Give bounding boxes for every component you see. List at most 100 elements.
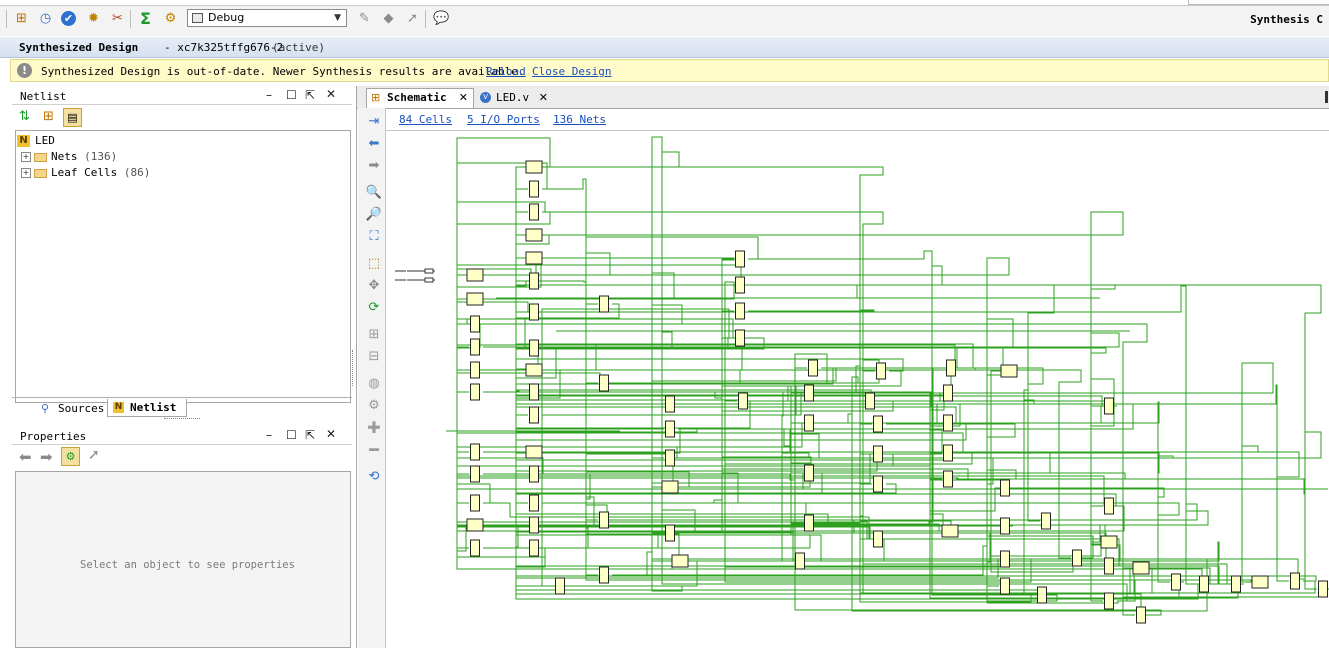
schematic-canvas[interactable] — [386, 130, 1329, 649]
leaf-cell[interactable] — [1231, 575, 1241, 593]
close-tab-icon[interactable]: ✕ — [459, 89, 468, 106]
leaf-cell[interactable] — [529, 406, 539, 424]
leaf-cell[interactable] — [865, 392, 875, 410]
tree-root[interactable]: N LED — [17, 134, 55, 148]
leaf-cell[interactable] — [665, 449, 675, 467]
close-design-link[interactable]: Close Design — [532, 65, 611, 78]
leaf-cell[interactable] — [665, 524, 675, 542]
leaf-cell[interactable] — [804, 384, 814, 402]
expand-icon[interactable]: + — [21, 152, 31, 162]
back-arrow-icon[interactable]: ⬅ — [19, 448, 32, 466]
leaf-cell[interactable] — [1132, 561, 1150, 575]
leaf-cell[interactable] — [665, 395, 675, 413]
leaf-cell[interactable] — [1000, 550, 1010, 568]
leaf-cell[interactable] — [1136, 606, 1146, 624]
leaf-cell[interactable] — [1037, 586, 1047, 604]
close-tab-icon[interactable]: ✕ — [539, 89, 548, 106]
splitter-grip[interactable] — [164, 418, 200, 421]
close-icon[interactable]: ✕ — [326, 87, 336, 101]
io-ports-count-link[interactable]: 5 I/O Ports — [467, 113, 540, 126]
tools-icon[interactable]: ✂ — [109, 10, 126, 27]
leaf-cell[interactable] — [1000, 517, 1010, 535]
leaf-cell[interactable] — [529, 494, 539, 512]
check-icon[interactable]: ✔ — [61, 11, 76, 26]
close-icon[interactable]: ✕ — [326, 427, 336, 441]
leaf-cell[interactable] — [470, 315, 480, 333]
leaf-cell[interactable] — [1104, 497, 1114, 515]
leaf-cell[interactable] — [808, 359, 818, 377]
leaf-cell[interactable] — [470, 539, 480, 557]
leaf-cell[interactable] — [735, 302, 745, 320]
leaf-cell[interactable] — [946, 359, 956, 377]
leaf-cell[interactable] — [599, 566, 609, 584]
leaf-cell[interactable] — [738, 392, 748, 410]
leaf-cell[interactable] — [1000, 577, 1010, 595]
refresh-icon[interactable]: ⟲ — [364, 467, 384, 485]
leaf-cell[interactable] — [943, 444, 953, 462]
leaf-cell[interactable] — [529, 339, 539, 357]
nets-count-link[interactable]: 136 Nets — [553, 113, 606, 126]
forward-arrow-icon[interactable]: ➡ — [364, 156, 384, 174]
leaf-cell[interactable] — [529, 272, 539, 290]
leaf-cell[interactable] — [599, 295, 609, 313]
leaf-cell[interactable] — [1318, 580, 1328, 598]
leaf-cell[interactable] — [1104, 557, 1114, 575]
schematic-view-icon[interactable]: ⊞ — [13, 10, 30, 27]
leaf-cell[interactable] — [599, 511, 609, 529]
float-icon[interactable]: ⇱ — [305, 88, 315, 102]
leaf-cell[interactable] — [470, 443, 480, 461]
collapse-all-icon[interactable]: ⇅ — [19, 109, 36, 126]
leaf-cell[interactable] — [529, 203, 539, 221]
remove-icon[interactable]: ━ — [364, 440, 384, 459]
zoom-selection-icon[interactable]: ◍ — [364, 374, 384, 392]
leaf-cell[interactable] — [1000, 364, 1018, 378]
leaf-cell[interactable] — [943, 470, 953, 488]
collapse-cell-icon[interactable]: ⊟ — [364, 347, 384, 365]
leaf-cell[interactable] — [665, 420, 675, 438]
leaf-cell[interactable] — [1199, 575, 1209, 593]
leaf-cell[interactable] — [661, 480, 679, 494]
configuration-select[interactable]: Debug ▼ — [187, 9, 347, 27]
select-cursor-icon[interactable]: ➚ — [88, 447, 100, 463]
leaf-cell[interactable] — [1251, 575, 1269, 589]
show-hierarchy-icon[interactable]: ▤ — [63, 108, 82, 127]
zoom-fit-icon[interactable]: ⛶ — [364, 227, 384, 245]
leaf-cell[interactable] — [529, 516, 539, 534]
forward-arrow-icon[interactable]: ➡ — [40, 448, 53, 466]
leaf-cell[interactable] — [470, 361, 480, 379]
zoom-out-icon[interactable]: 🔎 — [364, 205, 384, 223]
leaf-cell[interactable] — [525, 228, 543, 242]
input-buffer-cell[interactable] — [424, 277, 434, 283]
float-icon[interactable]: ⇱ — [305, 428, 315, 442]
sigma-report-icon[interactable]: Σ — [137, 9, 154, 28]
leaf-cell[interactable] — [529, 383, 539, 401]
leaf-cell[interactable] — [873, 530, 883, 548]
tree-item-nets[interactable]: + Nets (136) — [21, 150, 117, 164]
leaf-cell[interactable] — [470, 465, 480, 483]
leaf-cell[interactable] — [671, 554, 689, 568]
tab-sources[interactable]: ⚲ Sources — [30, 400, 104, 418]
leaf-cell[interactable] — [525, 445, 543, 459]
cells-count-link[interactable]: 84 Cells — [399, 113, 452, 126]
move-icon[interactable]: ✥ — [364, 276, 384, 294]
leaf-cell[interactable] — [1100, 535, 1118, 549]
leaf-cell[interactable] — [529, 539, 539, 557]
maximize-icon[interactable]: ☐ — [286, 88, 297, 102]
leaf-cell[interactable] — [470, 338, 480, 356]
add-icon[interactable]: ✚ — [364, 418, 384, 437]
expand-cell-icon[interactable]: ⊞ — [364, 325, 384, 343]
leaf-cell[interactable] — [466, 518, 484, 532]
leaf-cell[interactable] — [529, 303, 539, 321]
help-chat-icon[interactable]: 💬 — [433, 10, 450, 27]
pin-tool-icon[interactable]: ✎ — [356, 10, 373, 27]
maximize-icon[interactable]: ☐ — [286, 428, 297, 442]
leaf-cell[interactable] — [1000, 479, 1010, 497]
leaf-cell[interactable] — [804, 414, 814, 432]
leaf-cell[interactable] — [873, 415, 883, 433]
leaf-cell[interactable] — [470, 383, 480, 401]
leaf-cell[interactable] — [525, 160, 543, 174]
tab-led-v[interactable]: V LED.v ✕ — [476, 89, 550, 108]
leaf-cell[interactable] — [466, 268, 484, 282]
leaf-cell[interactable] — [876, 362, 886, 380]
leaf-cell[interactable] — [529, 465, 539, 483]
